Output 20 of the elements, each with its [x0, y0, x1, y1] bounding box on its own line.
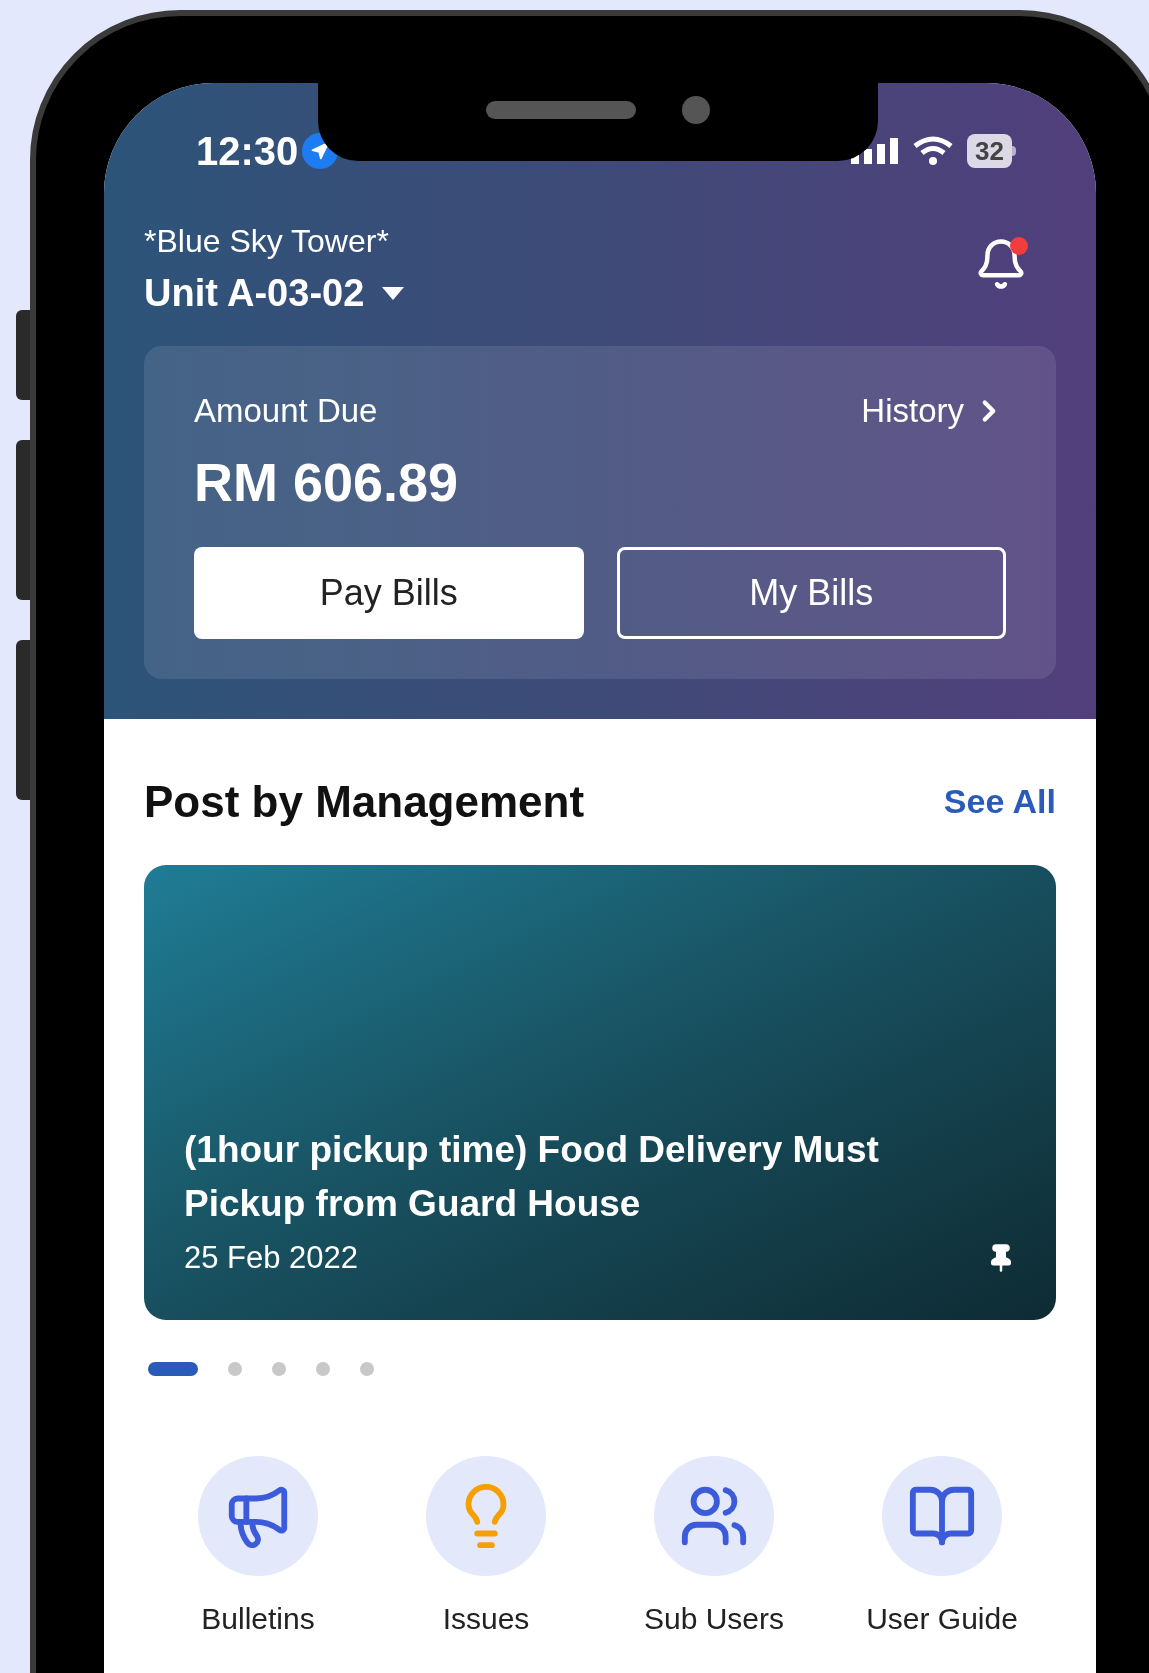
shortcut-button[interactable]: Bulletins: [144, 1455, 372, 1641]
wifi-icon: [913, 136, 954, 166]
section-title: Post by Management: [144, 775, 585, 828]
post-card[interactable]: (1hour pickup time) Food Delivery Must Pickup from Guard House 25 Feb 2022: [144, 864, 1056, 1320]
caret-icon: [382, 287, 405, 300]
amount-due-value: RM 606.89: [194, 450, 460, 514]
shortcut-button[interactable]: Issues: [372, 1455, 600, 1641]
post-title: (1hour pickup time) Food Delivery Must Pickup from Guard House: [184, 1128, 880, 1226]
pay-bills-button[interactable]: Pay Bills: [194, 546, 584, 639]
signal-icon: [851, 138, 900, 164]
history-link[interactable]: History: [861, 386, 1006, 436]
shortcut-button[interactable]: Sub Users: [600, 1455, 828, 1641]
unit-selector[interactable]: Unit A-03-02: [144, 265, 405, 322]
my-bills-button[interactable]: My Bills: [616, 546, 1006, 639]
amount-due-label: Amount Due: [194, 391, 378, 431]
see-all-link[interactable]: See All: [943, 776, 1056, 827]
post-date: 25 Feb 2022: [184, 1239, 359, 1277]
shortcut-button[interactable]: User Guide: [828, 1455, 1056, 1641]
building-name: *Blue Sky Tower*: [144, 222, 390, 261]
status-time: 12:30: [196, 128, 299, 175]
